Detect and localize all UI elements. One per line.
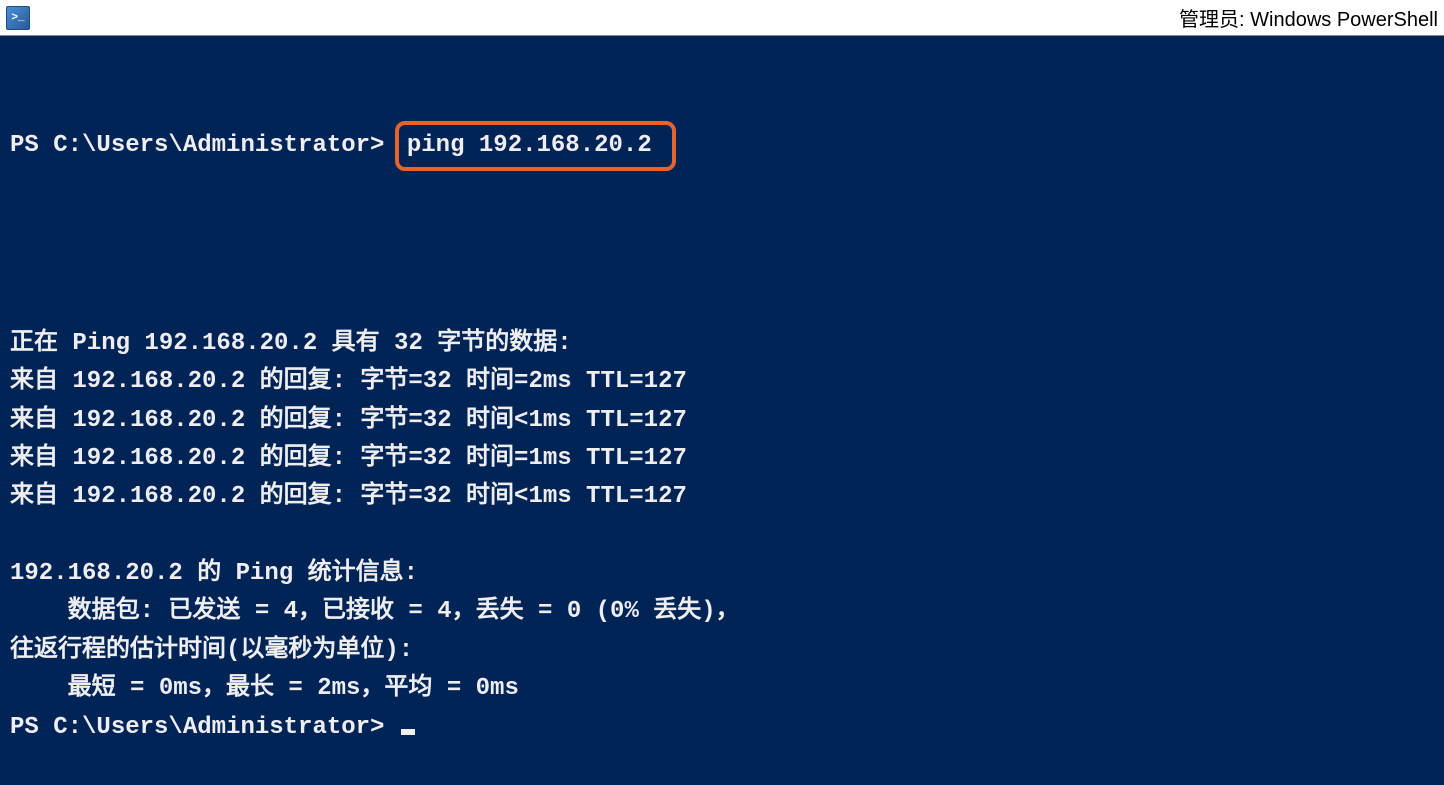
output-ping-header: 正在 Ping 192.168.20.2 具有 32 字节的数据: — [10, 330, 572, 357]
output-block: 正在 Ping 192.168.20.2 具有 32 字节的数据: 来自 192… — [10, 248, 1434, 747]
output-reply-4: 来自 192.168.20.2 的回复: 字节=32 时间<1ms TTL=12… — [10, 483, 687, 510]
window-title: 管理员: Windows PowerShell — [1179, 3, 1438, 32]
prompt-text: PS C:\Users\Administrator> — [10, 127, 399, 165]
prompt-line-1: PS C:\Users\Administrator> ping 192.168.… — [10, 121, 1434, 171]
output-stats-rtt-header: 往返行程的估计时间(以毫秒为单位): — [10, 637, 413, 664]
powershell-icon — [6, 6, 30, 30]
output-reply-1: 来自 192.168.20.2 的回复: 字节=32 时间=2ms TTL=12… — [10, 368, 687, 395]
output-reply-2: 来自 192.168.20.2 的回复: 字节=32 时间<1ms TTL=12… — [10, 407, 687, 434]
output-stats-header: 192.168.20.2 的 Ping 统计信息: — [10, 560, 418, 587]
output-stats-rtt: 最短 = 0ms，最长 = 2ms，平均 = 0ms — [10, 675, 519, 702]
command-text: ping 192.168.20.2 — [407, 132, 652, 159]
cursor — [401, 729, 415, 735]
output-reply-3: 来自 192.168.20.2 的回复: 字节=32 时间=1ms TTL=12… — [10, 445, 687, 472]
terminal-area[interactable]: PS C:\Users\Administrator> ping 192.168.… — [0, 36, 1444, 584]
title-bar: 管理员: Windows PowerShell — [0, 0, 1444, 36]
output-stats-packets: 数据包: 已发送 = 4，已接收 = 4，丢失 = 0 (0% 丢失)， — [10, 598, 740, 625]
prompt-text-2: PS C:\Users\Administrator> — [10, 714, 399, 741]
command-highlight: ping 192.168.20.2 — [395, 121, 676, 171]
